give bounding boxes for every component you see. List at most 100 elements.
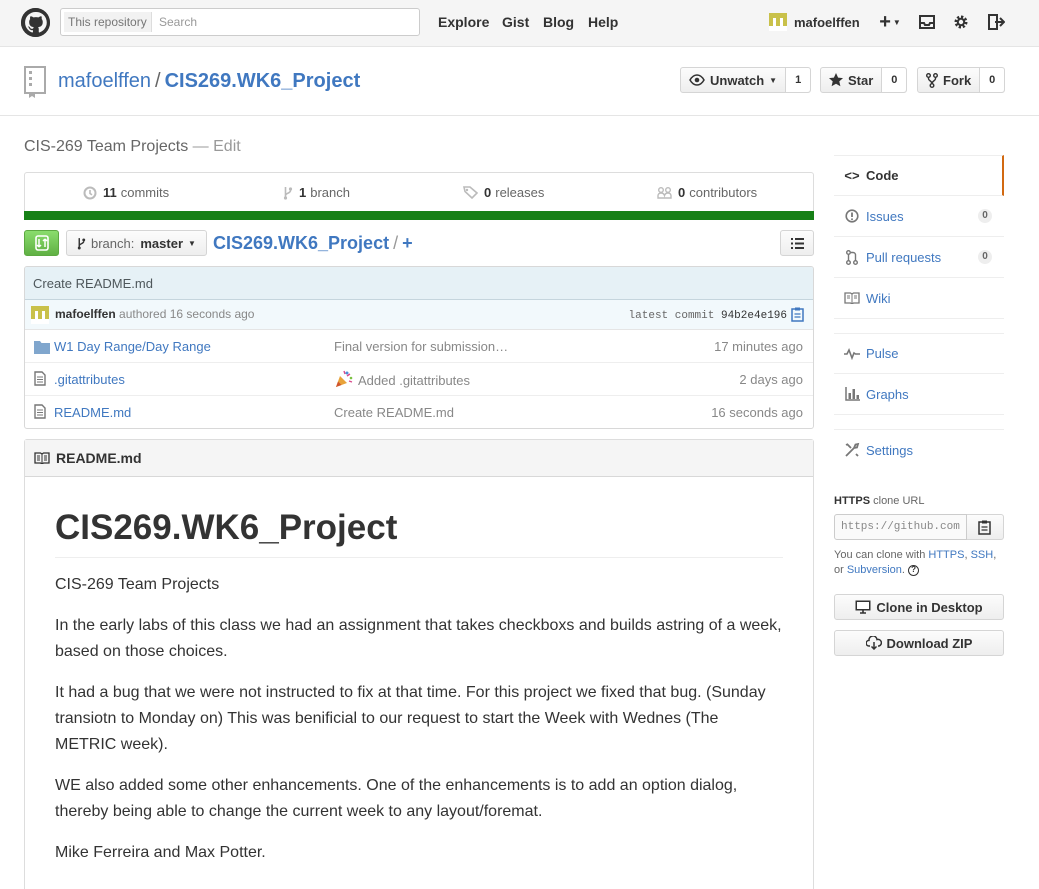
commit-sha-line: latest commit 94b2e4e196 <box>629 310 787 322</box>
fork-button[interactable]: Fork 0 <box>917 67 1006 93</box>
contributors-link[interactable]: 0 contributors <box>657 185 757 200</box>
new-file-link[interactable]: + <box>402 233 413 253</box>
fork-icon <box>926 72 938 88</box>
breadcrumb-repo-link[interactable]: CIS269.WK6_Project <box>213 233 389 253</box>
clone-url-input[interactable] <box>834 514 967 540</box>
fork-label: Fork <box>943 72 972 88</box>
sidebar-item-issues[interactable]: Issues 0 <box>834 196 1004 237</box>
copy-url-button[interactable] <box>967 514 1004 540</box>
gear-icon[interactable] <box>952 12 970 32</box>
create-new-button[interactable]: + ▼ <box>878 12 902 32</box>
releases-link[interactable]: 0 releases <box>463 185 544 200</box>
watch-count[interactable]: 1 <box>786 68 811 92</box>
clone-https-link[interactable]: HTTPS <box>928 549 964 561</box>
eye-icon <box>689 74 705 86</box>
search-scope-label: This repository <box>64 12 152 32</box>
branch-name: master <box>140 235 184 251</box>
file-name[interactable]: .gitattributes <box>54 372 125 387</box>
tools-icon <box>844 442 860 458</box>
file-name[interactable]: W1 Day Range/Day Range <box>54 339 211 354</box>
readme-paragraph: In the early labs of this class we had a… <box>55 617 782 660</box>
search-box[interactable]: This repository <box>60 8 420 36</box>
nav-blog[interactable]: Blog <box>543 14 574 30</box>
list-view-button[interactable] <box>780 230 814 256</box>
readme-paragraph: Mike Ferreira and Max Potter. <box>55 844 266 861</box>
folder-icon <box>34 341 50 354</box>
branch-select[interactable]: branch: master ▼ <box>66 230 207 256</box>
graph-icon <box>844 387 860 401</box>
caret-down-icon: ▼ <box>769 75 778 85</box>
repo-name-link[interactable]: CIS269.WK6_Project <box>165 70 361 92</box>
fork-count[interactable]: 0 <box>980 68 1005 92</box>
commits-link[interactable]: 11 commits <box>83 185 169 200</box>
download-zip-button[interactable]: Download ZIP <box>834 630 1004 656</box>
file-commit-message[interactable]: Final version for submission… <box>334 339 508 354</box>
sign-out-icon[interactable] <box>986 12 1006 32</box>
commit-sha[interactable]: 94b2e4e196 <box>721 310 787 322</box>
clone-subversion-link[interactable]: Subversion <box>847 564 902 576</box>
readme-body: CIS269.WK6_Project CIS-269 Team Projects… <box>25 477 813 866</box>
star-count[interactable]: 0 <box>882 68 907 92</box>
clipboard-icon[interactable] <box>791 307 805 322</box>
issues-count-badge: 0 <box>978 209 992 223</box>
clone-ssh-link[interactable]: SSH <box>971 549 994 561</box>
list-icon <box>790 237 804 249</box>
breadcrumb-separator: / <box>393 233 399 253</box>
sidebar-item-graphs[interactable]: Graphs <box>834 374 1004 415</box>
question-icon[interactable]: ? <box>908 564 920 576</box>
repo-description-text: CIS-269 Team Projects <box>24 138 189 155</box>
sidebar-item-pull-requests[interactable]: Pull requests 0 <box>834 237 1004 278</box>
language-bar[interactable] <box>24 211 814 220</box>
nav-gist[interactable]: Gist <box>502 14 529 30</box>
file-age: 16 seconds ago <box>711 405 803 420</box>
file-row[interactable]: .gitattributes Added .gitattributes 2 da… <box>25 363 813 396</box>
sidebar-item-wiki[interactable]: Wiki <box>834 278 1004 319</box>
nav-explore[interactable]: Explore <box>438 14 489 30</box>
file-icon <box>34 371 46 386</box>
readme-paragraph: CIS-269 Team Projects <box>55 576 220 593</box>
tada-emoji-icon <box>336 370 353 387</box>
commit-author-line: mafoelffen authored 16 seconds ago <box>55 307 254 321</box>
star-button[interactable]: Star 0 <box>820 67 908 93</box>
book-icon <box>844 292 860 304</box>
branch-icon <box>77 237 86 249</box>
repo-title: mafoelffen / CIS269.WK6_Project <box>58 70 360 93</box>
contributors-count: 0 <box>678 185 686 200</box>
repo-description: CIS-269 Team Projects — Edit <box>24 138 241 156</box>
nav-help[interactable]: Help <box>588 14 618 30</box>
commits-count: 11 <box>103 185 117 200</box>
clone-in-desktop-button[interactable]: Clone in Desktop <box>834 594 1004 620</box>
readme-paragraph: It had a bug that we were not instructed… <box>55 684 766 753</box>
search-input[interactable] <box>159 9 414 35</box>
file-name[interactable]: README.md <box>54 405 131 420</box>
github-logo-icon[interactable] <box>21 8 50 37</box>
edit-description-link[interactable]: — Edit <box>193 138 241 155</box>
inbox-icon[interactable] <box>918 12 936 32</box>
repo-owner-link[interactable]: mafoelffen <box>58 70 151 92</box>
latest-commit-meta: mafoelffen authored 16 seconds ago lates… <box>25 300 813 330</box>
sidebar-item-settings[interactable]: Settings <box>834 429 1004 470</box>
file-row[interactable]: W1 Day Range/Day Range Final version for… <box>25 330 813 363</box>
issue-icon <box>844 209 860 223</box>
latest-commit-message[interactable]: Create README.md <box>25 267 813 300</box>
commit-author[interactable]: mafoelffen <box>55 307 116 321</box>
branches-link[interactable]: 1 branch <box>283 185 350 200</box>
sidebar-item-pulse[interactable]: Pulse <box>834 333 1004 374</box>
user-menu[interactable]: mafoelffen <box>769 13 860 31</box>
plus-icon: + <box>879 11 891 33</box>
readme-title: CIS269.WK6_Project <box>55 477 783 558</box>
file-commit-message[interactable]: Create README.md <box>334 405 454 420</box>
file-commit-message[interactable]: Added .gitattributes <box>334 370 470 389</box>
sidebar-item-code[interactable]: <> Code <box>834 155 1004 196</box>
branches-label: branch <box>310 185 350 200</box>
author-avatar <box>31 306 49 324</box>
contributors-label: contributors <box>689 185 758 200</box>
watch-button[interactable]: Unwatch ▼ 1 <box>680 67 812 93</box>
clone-url-title: HTTPS clone URL <box>834 495 925 507</box>
branch-prefix: branch: <box>91 235 135 251</box>
repo-header: mafoelffen / CIS269.WK6_Project Unwatch ▼ … <box>0 47 1039 116</box>
watch-label: Unwatch <box>710 72 765 88</box>
commits-label: commits <box>120 185 170 200</box>
compare-button[interactable] <box>24 230 59 256</box>
file-row[interactable]: README.md Create README.md 16 seconds ag… <box>25 396 813 428</box>
